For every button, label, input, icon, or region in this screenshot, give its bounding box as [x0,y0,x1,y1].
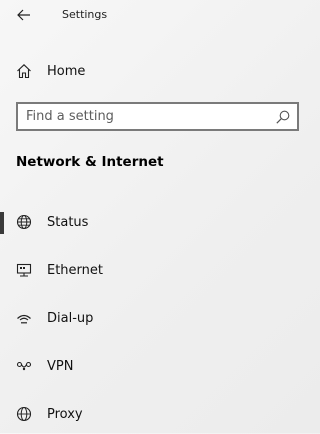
menu-item-status[interactable]: Status [0,202,315,242]
globe-icon [16,214,32,230]
menu-item-ethernet[interactable]: Ethernet [0,250,315,290]
menu-item-dial-up[interactable]: Dial-up [0,298,315,338]
title-bar: Settings [0,0,315,32]
home-label: Home [47,63,86,79]
section-heading: Network & Internet [16,154,164,170]
menu-item-label: Proxy [47,406,83,422]
menu-item-label: Dial-up [47,310,94,326]
menu-item-proxy[interactable]: Proxy [0,394,315,434]
home-icon [16,63,32,79]
dial-up-icon [16,310,32,326]
search-icon[interactable] [275,109,291,125]
home-nav-item[interactable]: Home [0,51,315,91]
menu-item-vpn[interactable]: VPN [0,346,315,386]
search-box[interactable] [16,102,299,131]
vpn-icon [16,358,32,374]
window-title: Settings [62,8,108,21]
menu-item-label: Status [47,214,89,230]
search-input[interactable] [26,104,266,129]
menu-item-label: Ethernet [47,262,103,278]
ethernet-icon [16,262,32,278]
menu-item-label: VPN [47,358,74,374]
selection-indicator [0,212,4,234]
globe-icon [16,406,32,422]
back-arrow-icon [17,9,30,21]
back-button[interactable] [12,4,36,26]
